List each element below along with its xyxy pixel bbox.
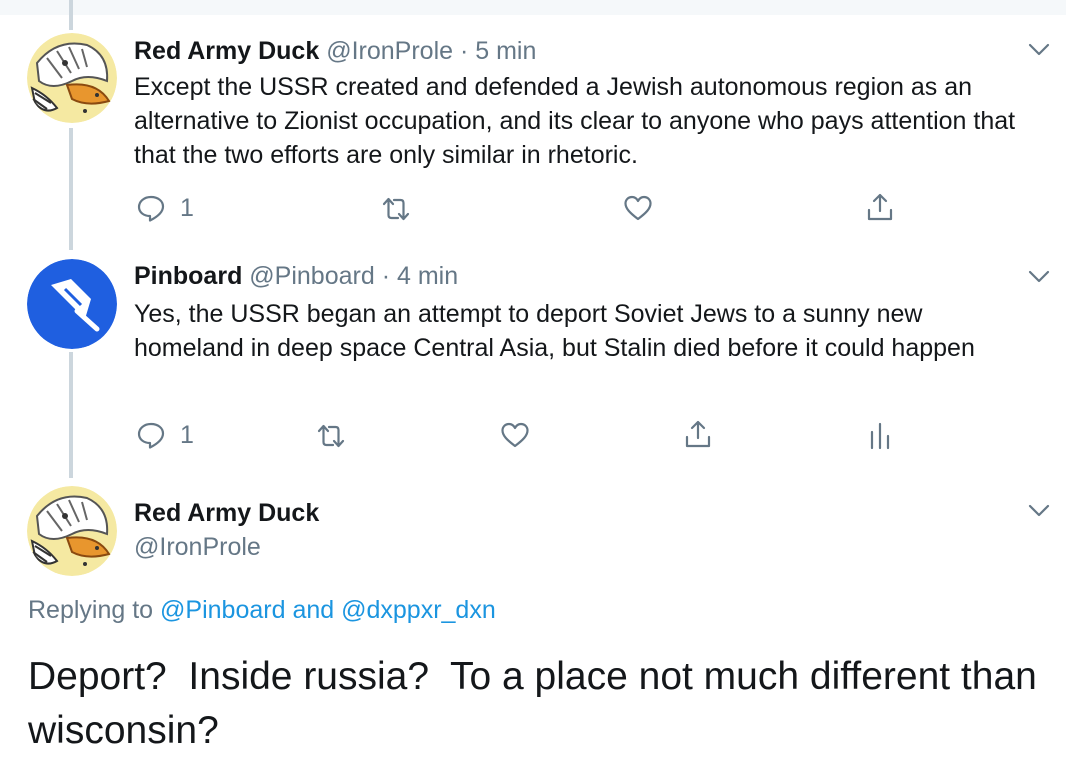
share-icon [685,420,711,448]
analytics-icon [870,422,890,450]
reply-button[interactable]: 1 [136,193,194,223]
display-name[interactable]: Red Army Duck [134,37,319,65]
reply-icon [137,422,165,449]
share-button[interactable] [865,192,895,222]
timestamp[interactable]: · 5 min [460,37,536,65]
handle[interactable]: @Pinboard [249,262,374,290]
reply-user-link[interactable]: @dxppxr_dxn [341,596,496,624]
chevron-down-icon[interactable] [1028,270,1050,284]
like-icon [501,422,529,448]
retweet-icon [382,197,410,221]
reply-count: 1 [180,420,194,449]
replying-label: Replying to [28,596,154,624]
handle[interactable]: @IronProle [326,37,453,65]
avatar[interactable] [27,259,117,349]
like-icon [624,195,652,221]
display-name[interactable]: Pinboard [134,262,242,290]
thread-line [69,128,73,250]
like-button[interactable] [623,194,653,222]
handle[interactable]: @IronProle [134,530,261,564]
top-strip [0,0,1066,15]
reply-user-link[interactable]: @Pinboard [160,596,285,624]
tweet-text: Yes, the USSR began an attempt to deport… [134,300,975,362]
tweet-header: Pinboard @Pinboard · 4 min [134,260,458,292]
focused-tweet-text: Deport? Inside russia? To a place not mu… [28,655,1048,752]
reply-button[interactable]: 1 [136,420,194,450]
replying-to: Replying to @Pinboard and @dxppxr_dxn [28,594,496,626]
retweet-button[interactable] [316,422,346,450]
retweet-button[interactable] [381,195,411,223]
tweet-text: Except the USSR created and defended a J… [134,73,1016,169]
reply-and-label: and [292,596,335,624]
pinboard-avatar-image [27,259,117,349]
tweet-header: Red Army Duck @IronProle · 5 min [134,35,536,67]
timestamp[interactable]: · 4 min [382,262,458,290]
thread-line [69,352,73,478]
share-button[interactable] [683,419,713,449]
reply-count: 1 [180,193,194,222]
duck-avatar-image [27,33,117,123]
analytics-button[interactable] [867,420,893,450]
duck-avatar-image [27,486,117,576]
share-icon [867,193,893,221]
like-button[interactable] [500,421,530,449]
thread-line [69,0,73,30]
avatar[interactable] [27,33,117,123]
retweet-icon [317,424,345,448]
avatar[interactable] [27,486,117,576]
display-name[interactable]: Red Army Duck [134,496,319,530]
chevron-down-icon[interactable] [1028,43,1050,57]
chevron-down-icon[interactable] [1028,504,1050,518]
reply-icon [137,195,165,222]
